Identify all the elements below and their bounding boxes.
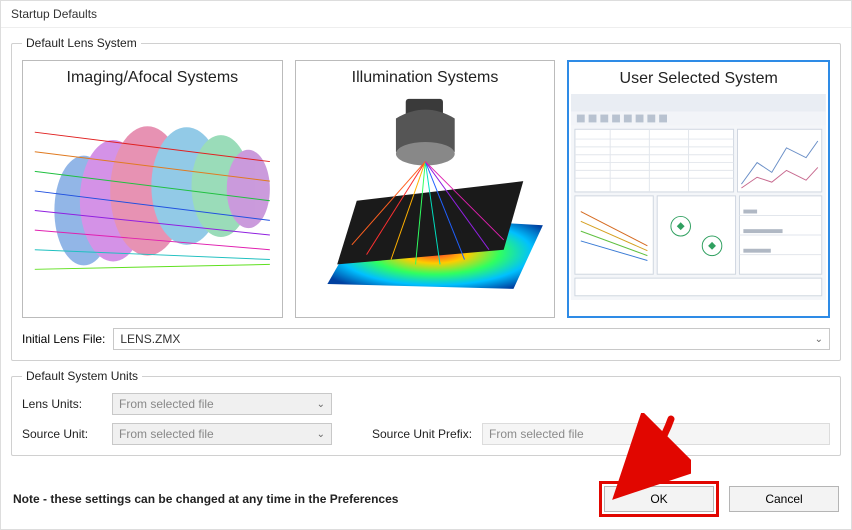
lens-card-user-selected-title: User Selected System [569, 62, 828, 92]
cancel-button[interactable]: Cancel [729, 486, 839, 512]
source-unit-prefix-value: From selected file [482, 423, 830, 445]
lens-card-imaging[interactable]: Imaging/Afocal Systems [22, 60, 283, 318]
lens-card-illumination-illustration [298, 93, 553, 315]
footer-note: Note - these settings can be changed at … [13, 492, 589, 506]
ok-button-highlight: OK [599, 481, 719, 517]
lens-card-imaging-illustration [25, 93, 280, 315]
lens-units-value: From selected file [119, 397, 214, 411]
lens-card-user-selected-illustration [571, 94, 826, 314]
lens-card-user-selected[interactable]: User Selected System [567, 60, 830, 318]
source-unit-value: From selected file [119, 427, 214, 441]
dialog-footer: Note - these settings can be changed at … [1, 471, 851, 529]
default-system-units-group: Default System Units Lens Units: From se… [11, 369, 841, 456]
chevron-down-icon: ⌄ [815, 334, 823, 345]
initial-lens-file-label: Initial Lens File: [22, 332, 105, 346]
lens-card-imaging-title: Imaging/Afocal Systems [23, 61, 282, 91]
initial-lens-file-value: LENS.ZMX [120, 332, 180, 346]
chevron-down-icon: ⌄ [317, 429, 325, 440]
source-unit-label: Source Unit: [22, 427, 112, 441]
initial-lens-file-row: Initial Lens File: LENS.ZMX ⌄ [22, 328, 830, 350]
ok-button[interactable]: OK [604, 486, 714, 512]
default-lens-system-group: Default Lens System Imaging/Afocal Syste… [11, 36, 841, 361]
lens-units-label: Lens Units: [22, 397, 112, 411]
default-lens-system-legend: Default Lens System [22, 36, 141, 50]
initial-lens-file-combo[interactable]: LENS.ZMX ⌄ [113, 328, 830, 350]
lens-option-cards: Imaging/Afocal Systems [22, 60, 830, 318]
lens-units-combo[interactable]: From selected file ⌄ [112, 393, 332, 415]
source-unit-prefix-label: Source Unit Prefix: [372, 427, 482, 441]
units-grid: Lens Units: From selected file ⌄ Source … [22, 393, 830, 445]
source-unit-combo[interactable]: From selected file ⌄ [112, 423, 332, 445]
lens-card-illumination[interactable]: Illumination Systems [295, 60, 556, 318]
window-title: Startup Defaults [1, 1, 851, 28]
startup-defaults-window: Startup Defaults Default Lens System Ima… [0, 0, 852, 530]
dialog-content: Default Lens System Imaging/Afocal Syste… [1, 28, 851, 471]
lens-card-illumination-title: Illumination Systems [296, 61, 555, 91]
default-system-units-legend: Default System Units [22, 369, 142, 383]
chevron-down-icon: ⌄ [317, 399, 325, 410]
